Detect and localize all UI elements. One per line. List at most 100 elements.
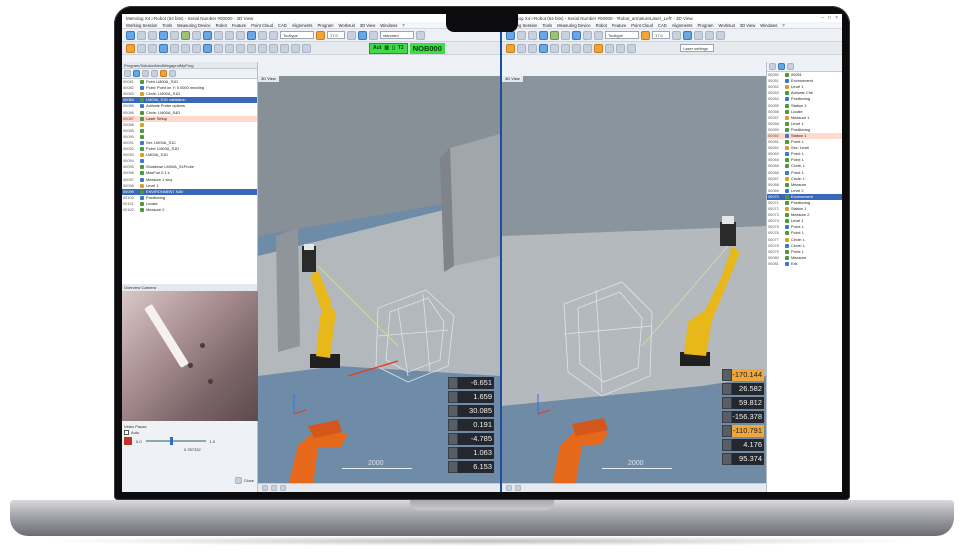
slider-thumb[interactable] [169, 437, 173, 445]
save-icon[interactable] [528, 30, 537, 40]
right-view-tab[interactable]: 3D View [502, 76, 523, 82]
status-icon[interactable] [280, 485, 286, 491]
readout-button[interactable] [722, 368, 732, 381]
maximize-icon[interactable]: □ [828, 15, 831, 21]
slot-icon[interactable] [258, 30, 267, 40]
value-select[interactable]: 17.0 [327, 31, 345, 39]
probe-icon[interactable] [170, 30, 179, 40]
readout-button[interactable] [448, 432, 458, 445]
camera-icon[interactable] [528, 43, 537, 53]
camera-icon[interactable] [159, 43, 168, 53]
record-icon[interactable] [160, 70, 167, 77]
edit-icon[interactable] [169, 70, 176, 77]
menu-item[interactable]: Alignments [672, 23, 693, 28]
menu-item[interactable]: Program [317, 23, 333, 28]
robot-icon[interactable] [269, 30, 278, 40]
readout-button[interactable] [448, 376, 458, 389]
rotate-icon[interactable] [550, 43, 559, 53]
help-icon[interactable] [416, 30, 425, 40]
pan-icon[interactable] [561, 43, 570, 53]
menu-item[interactable]: Worksuit [339, 23, 355, 28]
laser-icon[interactable] [594, 43, 603, 53]
menu-item[interactable]: Alignments [292, 23, 313, 28]
measure-tool-icon[interactable] [258, 43, 267, 53]
stop-icon[interactable] [787, 63, 794, 70]
rotate-icon[interactable] [192, 43, 201, 53]
menu-item[interactable]: Program [697, 23, 713, 28]
readout-button[interactable] [722, 452, 732, 465]
light-icon[interactable] [247, 43, 256, 53]
left-3d-view[interactable]: 3D View 2000 -6.651 1.659 30.085 0.191 -… [258, 76, 500, 492]
expand-icon[interactable] [769, 63, 776, 70]
save-icon[interactable] [148, 30, 157, 40]
menu-item[interactable]: 3D View [740, 23, 756, 28]
layer-icon[interactable] [170, 43, 179, 53]
point-icon[interactable] [181, 30, 190, 40]
path-icon[interactable] [605, 43, 614, 53]
section-icon[interactable] [225, 43, 234, 53]
tool-type-select[interactable]: Tooltype [280, 31, 314, 39]
point-icon[interactable] [550, 30, 559, 40]
settings-icon[interactable] [347, 30, 356, 40]
package-icon[interactable] [641, 30, 650, 40]
fit-icon[interactable] [214, 43, 223, 53]
right-3d-view[interactable]: 3D View 2000 -170.144 26.582 59.812 -156… [502, 76, 766, 492]
line-icon[interactable] [561, 30, 570, 40]
readout-button[interactable] [448, 460, 458, 473]
readout-button[interactable] [448, 390, 458, 403]
readout-button[interactable] [722, 410, 732, 423]
readout-button[interactable] [448, 404, 458, 417]
tree-row[interactable]: 00081 Exit [767, 261, 842, 267]
menu-item[interactable]: Robot [216, 23, 227, 28]
menu-item[interactable]: CAD [278, 23, 287, 28]
open-icon[interactable] [137, 30, 146, 40]
close-window-icon[interactable]: × [835, 15, 838, 21]
tool-type-select[interactable]: Tooltype [605, 31, 639, 39]
menu-item[interactable]: ? [782, 23, 784, 28]
cloud-icon[interactable] [358, 30, 367, 40]
sync-icon[interactable] [627, 43, 636, 53]
pan-icon[interactable] [203, 43, 212, 53]
play-icon[interactable] [778, 63, 785, 70]
circle-icon[interactable] [583, 30, 592, 40]
plane-icon[interactable] [572, 30, 581, 40]
menu-item[interactable]: Tools [162, 23, 172, 28]
menu-item[interactable]: Tools [542, 23, 552, 28]
menu-item[interactable]: CAD [658, 23, 667, 28]
measure-icon[interactable] [539, 30, 548, 40]
readout-button[interactable] [448, 446, 458, 459]
menu-item[interactable]: ? [402, 23, 404, 28]
section-icon[interactable] [583, 43, 592, 53]
readout-button[interactable] [448, 418, 458, 431]
home-icon[interactable] [126, 43, 135, 53]
layer-icon[interactable] [716, 30, 725, 40]
status-icon[interactable] [506, 485, 512, 491]
menu-item[interactable]: Feature [612, 23, 626, 28]
plane-icon[interactable] [203, 30, 212, 40]
value-select[interactable]: 17.0 [652, 31, 670, 39]
close-button[interactable]: Close [244, 478, 254, 483]
home-icon[interactable] [506, 43, 515, 53]
menu-item[interactable]: 3D View [360, 23, 376, 28]
cylinder-icon[interactable] [225, 30, 234, 40]
fit-icon[interactable] [572, 43, 581, 53]
new-icon[interactable] [126, 30, 135, 40]
menu-item[interactable]: Measuring Device [557, 23, 591, 28]
line-icon[interactable] [192, 30, 201, 40]
readout-button[interactable] [722, 438, 732, 451]
play-icon[interactable] [133, 70, 140, 77]
tree-row[interactable]: 00102 Measure 2 [122, 207, 257, 213]
render-icon[interactable] [236, 43, 245, 53]
menu-item[interactable]: Windows [380, 23, 397, 28]
view-icon[interactable] [137, 43, 146, 53]
menu-item[interactable]: Point Cloud [631, 23, 653, 28]
view-icon[interactable] [517, 43, 526, 53]
readout-button[interactable] [722, 382, 732, 395]
cone-icon[interactable] [247, 30, 256, 40]
package-icon[interactable] [316, 30, 325, 40]
zoom-icon[interactable] [181, 43, 190, 53]
menu-item[interactable]: Windows [760, 23, 777, 28]
readout-button[interactable] [722, 424, 732, 437]
menu-item[interactable]: Working Session [126, 23, 157, 28]
menu-item[interactable]: Measuring Device [177, 23, 211, 28]
